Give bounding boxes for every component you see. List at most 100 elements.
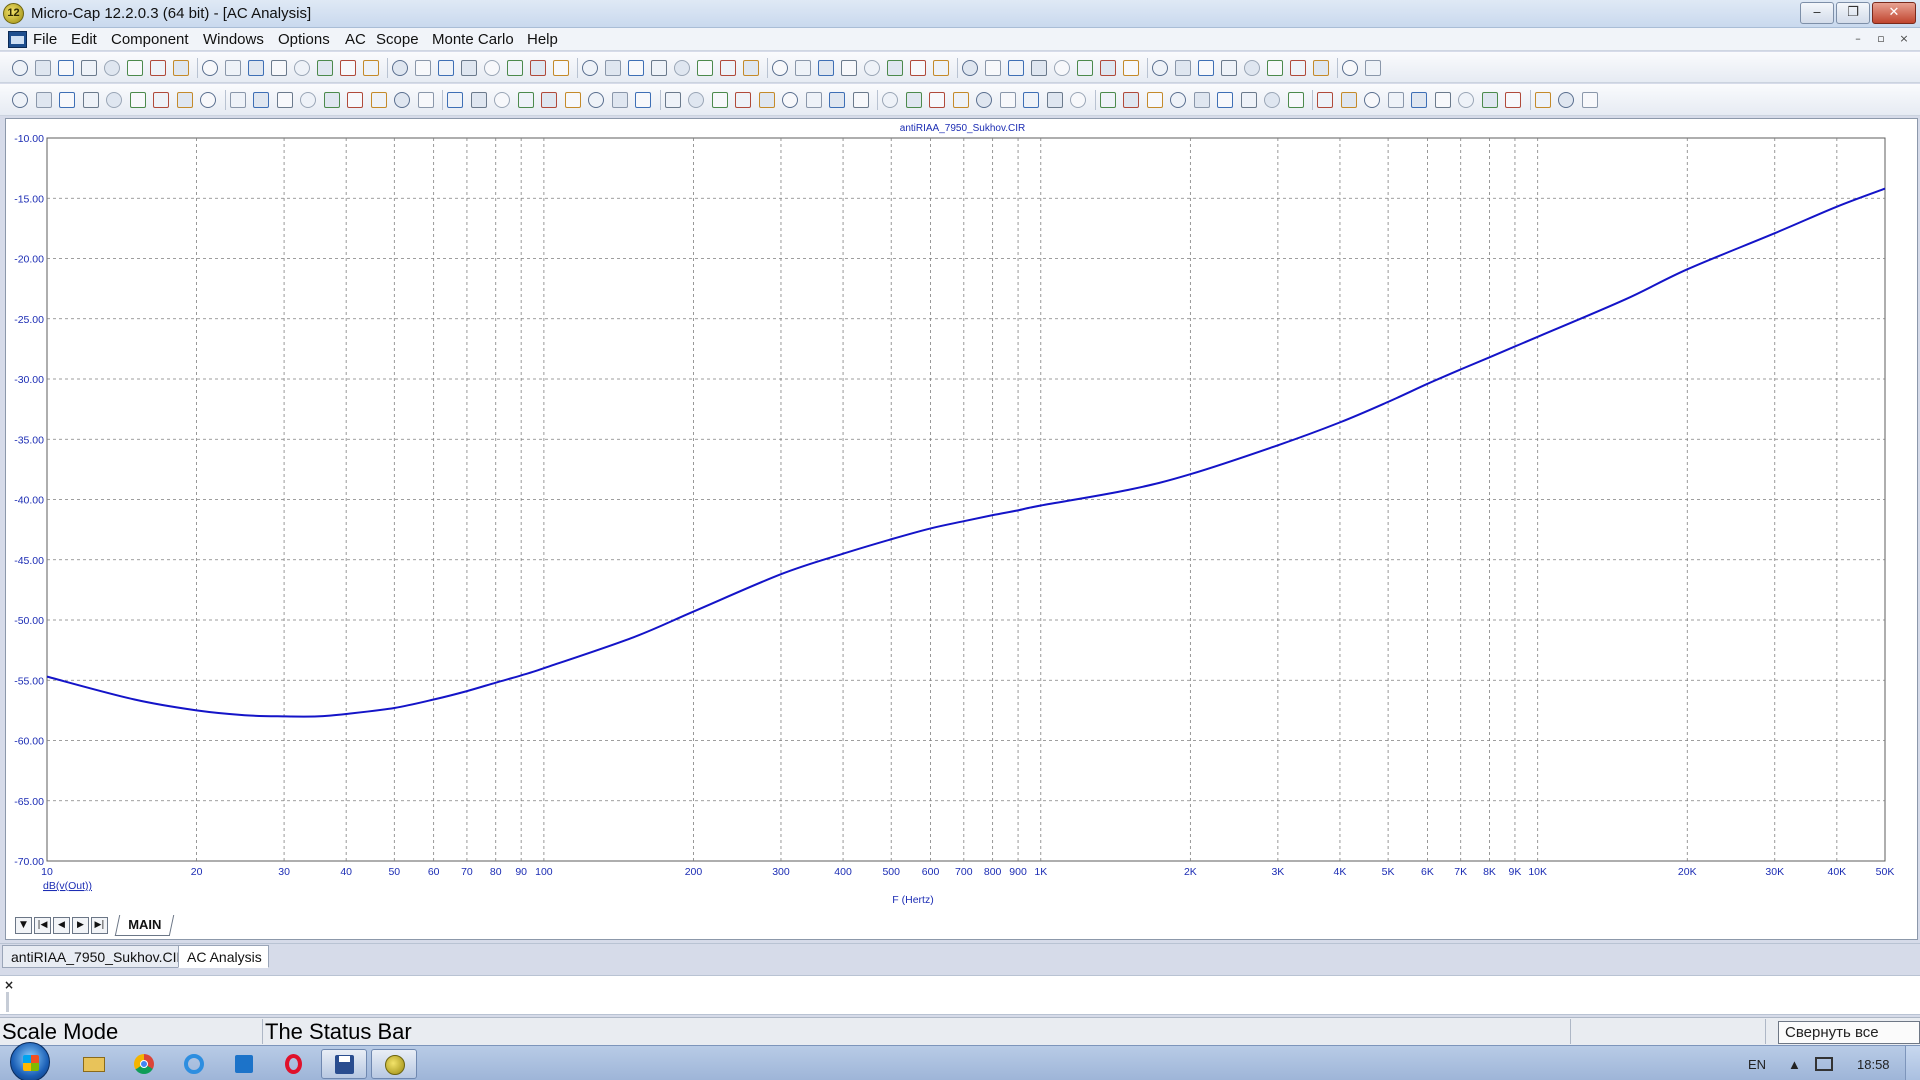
tb1-tool-icon[interactable] xyxy=(248,60,264,76)
tb1-tool-icon[interactable] xyxy=(363,60,379,76)
tb1-tool-icon[interactable] xyxy=(743,60,759,76)
tb1-tool-icon[interactable] xyxy=(651,60,667,76)
tb1-tool-icon[interactable] xyxy=(530,60,546,76)
tb1-tool-icon[interactable] xyxy=(720,60,736,76)
tb1-tool-icon[interactable] xyxy=(1365,60,1381,76)
tb1-tool-icon[interactable] xyxy=(1198,60,1214,76)
tb1-tool-icon[interactable] xyxy=(933,60,949,76)
first-page-icon[interactable]: |◀ xyxy=(34,917,51,934)
tb1-tool-icon[interactable] xyxy=(985,60,1001,76)
tb2-tool-icon[interactable] xyxy=(1534,92,1551,108)
tb1-tool-icon[interactable] xyxy=(12,60,28,76)
tb2-tool-icon[interactable] xyxy=(952,92,969,108)
tb2-tool-icon[interactable] xyxy=(1099,92,1116,108)
menu-scope[interactable]: Scope xyxy=(374,31,421,48)
tb2-tool-icon[interactable] xyxy=(347,92,363,108)
tb1-tool-icon[interactable] xyxy=(1267,60,1283,76)
tb1-tool-icon[interactable] xyxy=(1008,60,1024,76)
tb1-tool-icon[interactable] xyxy=(271,60,287,76)
tb1-tool-icon[interactable] xyxy=(507,60,523,76)
ac-analysis-chart[interactable]: 10 20 30 40 50 60 70 80 90 100 200 300 400 500 600 700 8… xyxy=(6,119,1919,941)
tb2-tool-icon[interactable] xyxy=(564,92,581,108)
tb1-tool-icon[interactable] xyxy=(674,60,690,76)
network-icon[interactable] xyxy=(1815,1057,1833,1071)
tb2-tool-icon[interactable] xyxy=(1387,92,1404,108)
tb2-tool-icon[interactable] xyxy=(200,92,216,108)
menu-windows[interactable]: Windows xyxy=(201,31,266,48)
tab-ac-analysis[interactable]: AC Analysis xyxy=(178,945,269,968)
tb2-tool-icon[interactable] xyxy=(1023,92,1039,108)
tb2-tool-icon[interactable] xyxy=(688,92,704,108)
tb2-tool-icon[interactable] xyxy=(417,92,434,108)
tb1-tool-icon[interactable] xyxy=(887,60,903,76)
tb2-tool-icon[interactable] xyxy=(1146,92,1163,108)
floppy-icon[interactable] xyxy=(321,1049,367,1079)
tb1-tool-icon[interactable] xyxy=(294,60,310,76)
tb2-tool-icon[interactable] xyxy=(35,92,52,108)
tb1-tool-icon[interactable] xyxy=(605,60,621,76)
tb1-tool-icon[interactable] xyxy=(392,60,408,76)
tb2-tool-icon[interactable] xyxy=(370,92,387,108)
tb2-tool-icon[interactable] xyxy=(59,92,75,108)
tb1-tool-icon[interactable] xyxy=(818,60,834,76)
tb1-tool-icon[interactable] xyxy=(1175,60,1191,76)
tb1-tool-icon[interactable] xyxy=(225,60,241,76)
tb2-tool-icon[interactable] xyxy=(129,92,146,108)
tb1-tool-icon[interactable] xyxy=(81,60,97,76)
tb1-tool-icon[interactable] xyxy=(415,60,431,76)
next-page-icon[interactable]: ▶ xyxy=(72,917,89,934)
tb2-tool-icon[interactable] xyxy=(1458,92,1474,108)
tb2-tool-icon[interactable] xyxy=(517,92,534,108)
tb2-tool-icon[interactable] xyxy=(82,92,99,108)
tb2-tool-icon[interactable] xyxy=(447,92,463,108)
menu-help[interactable]: Help xyxy=(525,31,560,48)
tb2-tool-icon[interactable] xyxy=(758,92,775,108)
tb1-tool-icon[interactable] xyxy=(35,60,51,76)
tb1-tool-icon[interactable] xyxy=(697,60,713,76)
output-close-icon[interactable]: × xyxy=(4,978,14,992)
tb1-tool-icon[interactable] xyxy=(864,60,880,76)
tb1-tool-icon[interactable] xyxy=(1054,60,1070,76)
tb1-tool-icon[interactable] xyxy=(202,60,218,76)
tb1-tool-icon[interactable] xyxy=(1313,60,1329,76)
mdi-restore-icon[interactable]: ▫ xyxy=(1873,32,1889,47)
tb2-tool-icon[interactable] xyxy=(635,92,651,108)
tb1-tool-icon[interactable] xyxy=(795,60,811,76)
tb2-tool-icon[interactable] xyxy=(664,92,681,108)
tb2-tool-icon[interactable] xyxy=(394,92,410,108)
tb2-tool-icon[interactable] xyxy=(1558,92,1574,108)
tb2-tool-icon[interactable] xyxy=(300,92,316,108)
tb2-tool-icon[interactable] xyxy=(494,92,510,108)
tb2-tool-icon[interactable] xyxy=(1340,92,1357,108)
tb2-tool-icon[interactable] xyxy=(323,92,340,108)
tb2-tool-icon[interactable] xyxy=(1287,92,1304,108)
tb1-tool-icon[interactable] xyxy=(461,60,477,76)
document-icon[interactable] xyxy=(8,31,27,48)
tb1-tool-icon[interactable] xyxy=(910,60,926,76)
tb1-tool-icon[interactable] xyxy=(1221,60,1237,76)
ie-icon[interactable] xyxy=(171,1049,217,1079)
show-desktop-strip[interactable] xyxy=(1905,1046,1920,1080)
restore-icon[interactable]: ❐ xyxy=(1836,2,1870,24)
tb2-tool-icon[interactable] xyxy=(1217,92,1233,108)
tb2-tool-icon[interactable] xyxy=(829,92,845,108)
tb1-tool-icon[interactable] xyxy=(104,60,120,76)
tb2-tool-icon[interactable] xyxy=(1411,92,1427,108)
start-button[interactable] xyxy=(10,1042,50,1080)
tb1-tool-icon[interactable] xyxy=(841,60,857,76)
tb2-tool-icon[interactable] xyxy=(1481,92,1498,108)
tb2-tool-icon[interactable] xyxy=(882,92,898,108)
tb2-tool-icon[interactable] xyxy=(106,92,122,108)
tb1-tool-icon[interactable] xyxy=(1152,60,1168,76)
tb1-tool-icon[interactable] xyxy=(772,60,788,76)
tb1-tool-icon[interactable] xyxy=(438,60,454,76)
tb1-tool-icon[interactable] xyxy=(317,60,333,76)
tb2-tool-icon[interactable] xyxy=(1434,92,1451,108)
tb1-tool-icon[interactable] xyxy=(628,60,644,76)
explorer-icon[interactable] xyxy=(71,1049,117,1079)
menu-edit[interactable]: Edit xyxy=(69,31,99,48)
tb1-tool-icon[interactable] xyxy=(127,60,143,76)
tb2-tool-icon[interactable] xyxy=(176,92,193,108)
page-dropdown-icon[interactable]: ▼ xyxy=(15,917,32,934)
mdi-minimize-icon[interactable]: – xyxy=(1850,32,1866,47)
